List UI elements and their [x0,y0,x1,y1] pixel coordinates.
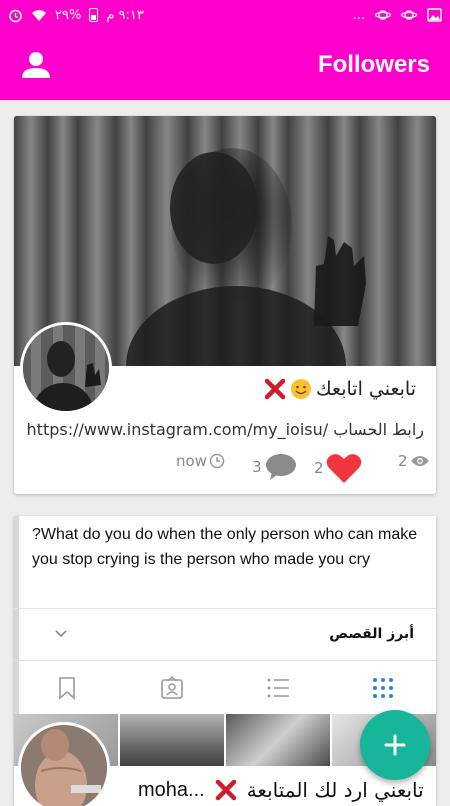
chevron-down-icon[interactable] [54,629,68,639]
grid-photo[interactable] [120,714,224,766]
status-right: ... [353,8,442,23]
planet-icon-2 [401,10,417,20]
list-icon [267,678,289,698]
status-left: ٩:١٣ م %٢٩ [8,8,144,23]
profile-button[interactable] [20,49,52,81]
post-title-text: تابعني اتابعك [316,378,416,400]
tab-grid[interactable] [331,662,437,714]
post-text: ?What do you do when the only person who… [32,526,418,568]
post-username: moha... [138,778,205,801]
comment-icon [265,454,296,480]
tab-tagged[interactable] [120,662,226,714]
cross-mark-icon [215,779,236,801]
status-time: ٩:١٣ م [106,7,144,23]
post-card[interactable]: تابعني اتابعك رابط الحساب https://www.in… [14,116,436,494]
views-stat: 2 [398,452,430,470]
tagged-person-icon [161,676,184,699]
avatar-photo [23,325,109,411]
post-stats: now 3 2 2 [14,452,436,484]
comments-stat[interactable]: 3 [252,452,298,482]
status-bar: ٩:١٣ م %٢٩ ... [0,0,450,30]
likes-stat[interactable]: 2 [314,452,362,484]
account-link-url: https://www.instagram.com/my_ioisu/ [26,420,329,439]
avatar-photo-2 [21,725,107,806]
author-avatar[interactable] [20,322,112,414]
divider [14,660,436,661]
post-title: تابعني اتابعك [264,378,416,400]
battery-percent: %٢٩ [55,7,82,23]
grid-icon [373,678,394,698]
account-link[interactable]: رابط الحساب https://www.instagram.com/my… [27,420,424,439]
comments-count: 3 [252,458,262,476]
gallery-icon [427,8,442,22]
battery-icon [89,8,99,22]
tab-list[interactable] [225,662,331,714]
app-bar: Followers [0,30,450,100]
eye-icon [410,456,429,466]
divider [14,608,436,609]
heart-icon [326,454,361,483]
more-dots: ... [352,7,365,23]
post-title-2: moha... تابعني ارد لك المتابعة [138,778,436,802]
page-title: Followers [317,51,430,78]
account-link-label: رابط الحساب [333,420,424,439]
grid-photo[interactable] [226,714,330,766]
add-button[interactable] [360,710,430,780]
time-stat: now [176,452,225,470]
profile-tabs [14,662,436,714]
wifi-icon [32,9,46,21]
cross-mark-icon [264,378,286,400]
smiley-icon [291,379,312,399]
bookmark-icon [58,677,75,700]
post-title-2-text: تابعني ارد لك المتابعة [246,778,424,802]
highlights-label: أبرز القصص [329,626,414,642]
views-count: 2 [398,452,408,470]
alarm-icon [9,9,22,22]
plus-icon [384,734,406,756]
author-avatar-2[interactable] [18,722,110,806]
person-icon [22,52,50,78]
story-highlights-row[interactable]: أبرز القصص [14,610,436,658]
planet-icon [375,10,391,20]
post-time: now [176,452,207,470]
tab-saved[interactable] [14,662,120,714]
clock-icon [209,453,225,469]
likes-count: 2 [314,459,324,477]
